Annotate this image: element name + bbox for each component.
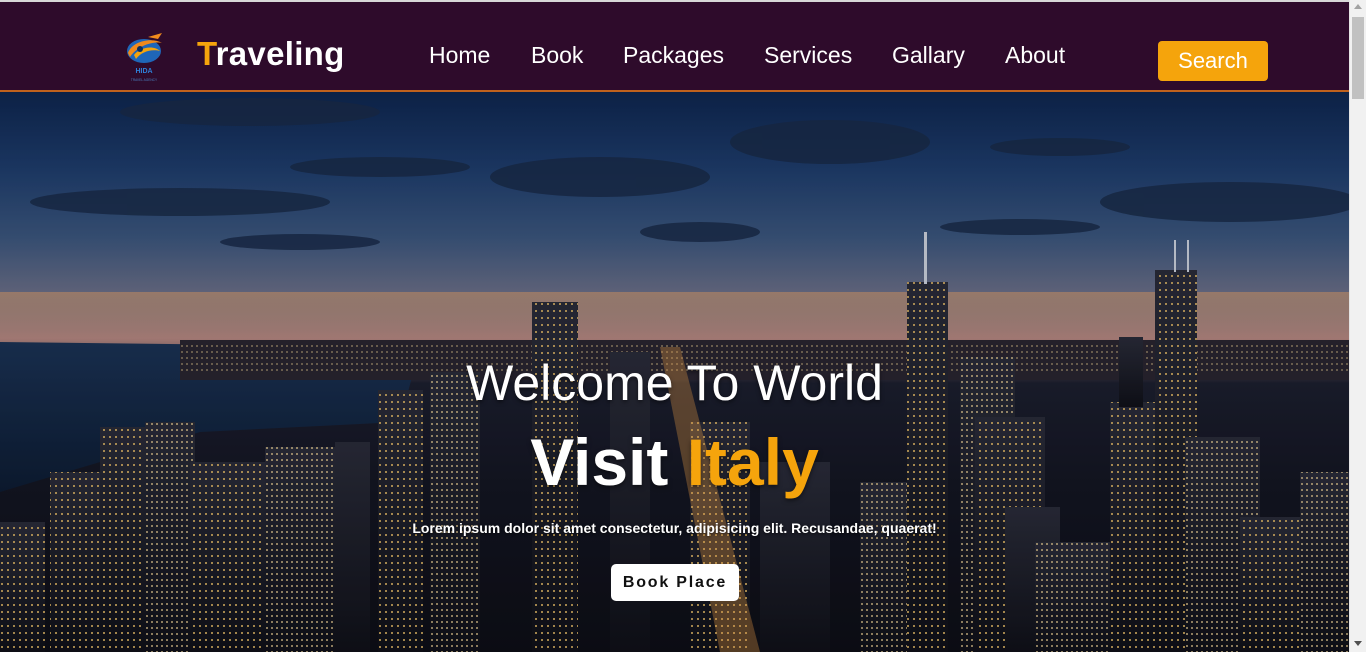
nav-about[interactable]: About (1005, 42, 1065, 69)
hero-visit-text: Visit (530, 425, 669, 499)
hero-country-text: Italy (686, 425, 819, 499)
page-scrollbar[interactable] (1349, 0, 1366, 652)
nav-services[interactable]: Services (764, 42, 852, 69)
book-place-button[interactable]: Book Place (611, 564, 739, 601)
hero-content: Welcome To World Visit Italy Lorem ipsum… (0, 92, 1349, 652)
site-header: HIDA TRAVEL AGENCY Traveling Home Book P… (0, 0, 1349, 92)
scroll-up-arrow-icon[interactable] (1354, 4, 1362, 9)
scrollbar-thumb[interactable] (1352, 17, 1364, 99)
search-button[interactable]: Search (1158, 41, 1268, 81)
hero-headline: Visit Italy (0, 424, 1349, 500)
nav-home[interactable]: Home (429, 42, 490, 69)
hero-welcome-text: Welcome To World (466, 355, 883, 411)
hero-section: Welcome To World Visit Italy Lorem ipsum… (0, 92, 1349, 652)
nav-book[interactable]: Book (531, 42, 583, 69)
nav-packages[interactable]: Packages (623, 42, 724, 69)
logo-subtext: TRAVEL AGENCY (131, 78, 158, 82)
nav-gallary[interactable]: Gallary (892, 42, 965, 69)
scroll-down-arrow-icon[interactable] (1354, 641, 1362, 646)
hero-tagline: Lorem ipsum dolor sit amet consectetur, … (412, 520, 937, 536)
main-nav: Home Book Packages Services Gallary Abou… (0, 42, 1349, 72)
